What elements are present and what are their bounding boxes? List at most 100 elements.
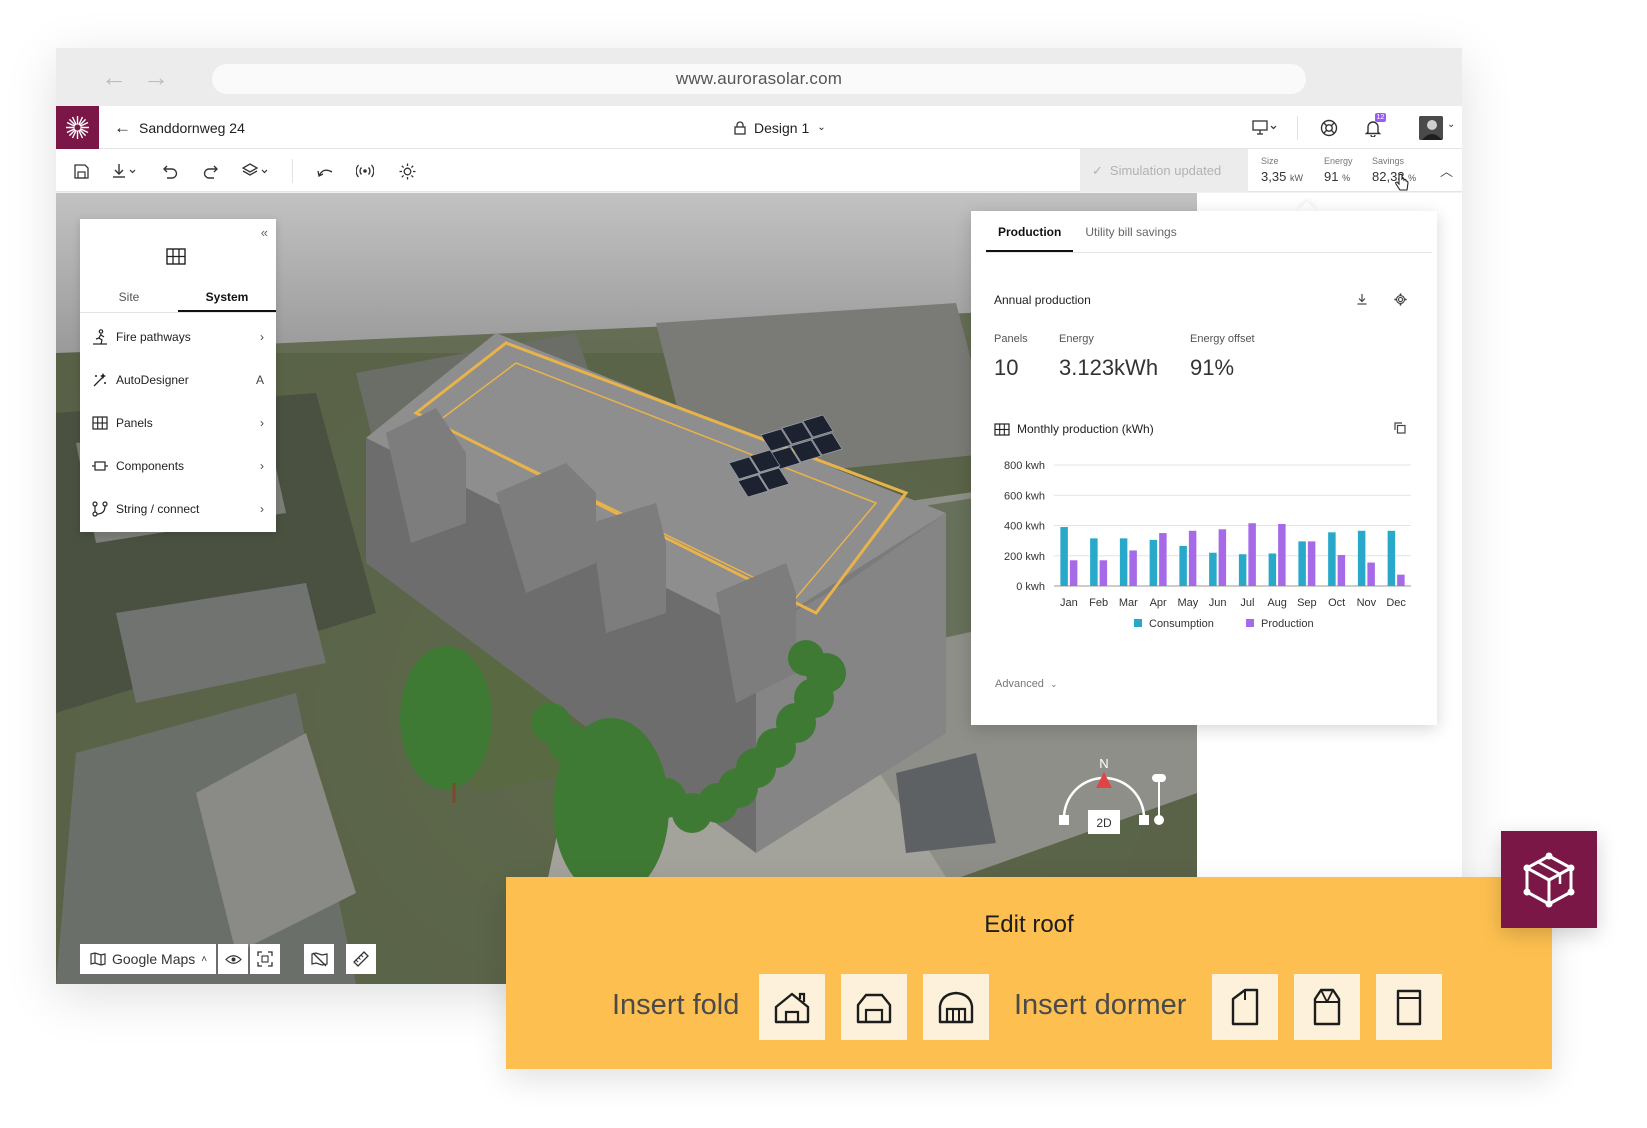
metric-size[interactable]: Size 3,35 kW <box>1261 156 1303 184</box>
chevron-right-icon: › <box>260 329 264 344</box>
back-arrow-icon[interactable]: ← <box>101 64 127 90</box>
avatar-chevron-icon[interactable]: ⌄ <box>1447 119 1455 130</box>
insert-fold-label: Insert fold <box>612 989 740 1021</box>
system-panel: « Site System Fire pathways › AutoDesign… <box>80 219 276 532</box>
metric-energy-label: Energy <box>1324 156 1353 166</box>
forward-arrow-icon[interactable]: → <box>143 64 169 90</box>
metric-energy[interactable]: Energy 91 % <box>1324 156 1353 184</box>
copy-icon[interactable] <box>1394 422 1406 434</box>
tab-production[interactable]: Production <box>986 211 1074 252</box>
stat-energy-offset-value: 91% <box>1190 355 1235 380</box>
bar-consumption <box>1328 532 1336 586</box>
menu-item-panels[interactable]: Panels › <box>80 401 276 444</box>
bar-consumption <box>1060 527 1068 586</box>
toolbar-divider <box>292 159 293 183</box>
map-source-label: Google Maps <box>112 951 196 967</box>
download-menu-button[interactable] <box>109 158 141 184</box>
visibility-toggle-button[interactable] <box>218 944 248 974</box>
measure-tool-button[interactable] <box>346 944 376 974</box>
x-tick-label: Sep <box>1297 597 1317 609</box>
compass-north-label: N <box>1099 758 1108 771</box>
bar-consumption <box>1238 554 1247 586</box>
bar-production <box>1367 562 1375 586</box>
menu-item-label: String / connect <box>116 501 200 516</box>
broadcast-tool-button[interactable] <box>352 158 378 184</box>
tab-utility-bill-savings[interactable]: Utility bill savings <box>1073 211 1188 252</box>
insert-fold-hip-button[interactable] <box>841 974 907 1040</box>
help-button[interactable] <box>1316 115 1342 141</box>
layers-menu-button[interactable] <box>240 158 272 184</box>
chevron-right-icon: › <box>260 415 264 430</box>
collapse-panel-icon[interactable]: « <box>261 225 268 240</box>
stat-energy-offset: Energy offset 91% <box>1190 333 1255 381</box>
display-mode-button[interactable] <box>1249 115 1281 141</box>
tab-site[interactable]: Site <box>80 281 178 312</box>
design-selector[interactable]: Design 1 ⌄ <box>734 106 826 149</box>
undo-button[interactable] <box>156 158 182 184</box>
download-icon[interactable] <box>1356 293 1368 305</box>
bar-production <box>1159 533 1167 586</box>
chart-title-row: Monthly production (kWh) <box>994 422 1154 436</box>
bar-production <box>1099 560 1108 586</box>
bar-consumption <box>1387 530 1396 586</box>
monitor-icon <box>1252 120 1277 135</box>
bar-production <box>1278 523 1286 586</box>
map-layer-toggle-button[interactable] <box>304 944 334 974</box>
arrow-left-icon: ← <box>114 117 131 137</box>
redo-icon <box>203 165 218 179</box>
gear-icon[interactable] <box>1394 293 1407 306</box>
x-tick-label: May <box>1177 597 1198 609</box>
project-name: Sanddornweg 24 <box>139 119 245 136</box>
notifications-button[interactable]: 12 <box>1360 113 1386 141</box>
bar-production <box>1337 554 1346 586</box>
metric-size-label: Size <box>1261 156 1279 166</box>
back-to-project-button[interactable]: ← Sanddornweg 24 <box>114 106 245 149</box>
chart-title: Monthly production (kWh) <box>1017 422 1154 436</box>
annual-production-heading: Annual production <box>994 293 1091 307</box>
menu-item-autodesigner[interactable]: AutoDesigner A <box>80 358 276 401</box>
view-mode-toggle[interactable]: 2D <box>1096 816 1112 830</box>
sun-icon <box>399 163 415 179</box>
monthly-production-chart: 800 kwh 600 kwh 400 kwh 200 kwh 0 kwh Jan Feb M… <box>1004 460 1411 630</box>
header-divider <box>1297 116 1298 140</box>
menu-item-components[interactable]: Components › <box>80 444 276 487</box>
tab-system[interactable]: System <box>178 281 276 312</box>
edit-roof-panel: Edit roof Insert fold Insert dormer <box>506 877 1552 1069</box>
collapse-metrics-chevron-icon[interactable]: ︿ <box>1440 161 1453 180</box>
stat-energy: Energy 3.123kWh <box>1059 333 1158 381</box>
eye-icon <box>224 954 242 964</box>
legend-label: Consumption <box>1149 618 1214 630</box>
menu-item-fire-pathways[interactable]: Fire pathways › <box>80 315 276 358</box>
map-source-selector[interactable]: Google Maps ˄ <box>80 944 216 974</box>
fit-view-button[interactable] <box>250 944 280 974</box>
insert-dormer-hip-button[interactable] <box>1294 974 1360 1040</box>
table-icon <box>994 422 1010 436</box>
arc-tool-button[interactable] <box>312 158 338 184</box>
bar-consumption <box>1179 545 1187 586</box>
sunburst-icon <box>66 116 89 139</box>
y-tick-label: 400 kwh <box>1004 521 1045 533</box>
sun-tool-button[interactable] <box>394 158 420 184</box>
insert-dormer-gable-button[interactable] <box>1212 974 1278 1040</box>
address-bar[interactable]: www.aurorasolar.com <box>212 64 1306 94</box>
design-toolbar: ✓ Simulation updated Size 3,35 kW Energy… <box>56 149 1462 192</box>
app-header: ← Sanddornweg 24 Design 1 ⌄ 12 ⌄ <box>56 106 1462 149</box>
advanced-label: Advanced <box>995 678 1044 690</box>
save-button[interactable] <box>68 158 94 184</box>
advanced-toggle[interactable]: Advanced ⌄ <box>995 678 1057 690</box>
compass-widget[interactable]: N 2D <box>1056 758 1166 838</box>
aurora-logo[interactable] <box>56 106 99 149</box>
insert-fold-barn-button[interactable] <box>923 974 989 1040</box>
stat-energy-offset-label: Energy offset <box>1190 333 1255 345</box>
chevron-right-icon: › <box>260 458 264 473</box>
avatar-image <box>1419 116 1443 140</box>
menu-item-string-connect[interactable]: String / connect › <box>80 487 276 530</box>
bar-production <box>1069 560 1078 586</box>
user-avatar[interactable] <box>1419 116 1443 140</box>
legend-swatch <box>1246 619 1254 627</box>
chevron-down-icon: ⌄ <box>817 122 826 133</box>
redo-button[interactable] <box>198 158 224 184</box>
3d-model-badge <box>1501 831 1597 928</box>
insert-fold-gable-button[interactable] <box>759 974 825 1040</box>
insert-dormer-shed-button[interactable] <box>1376 974 1442 1040</box>
